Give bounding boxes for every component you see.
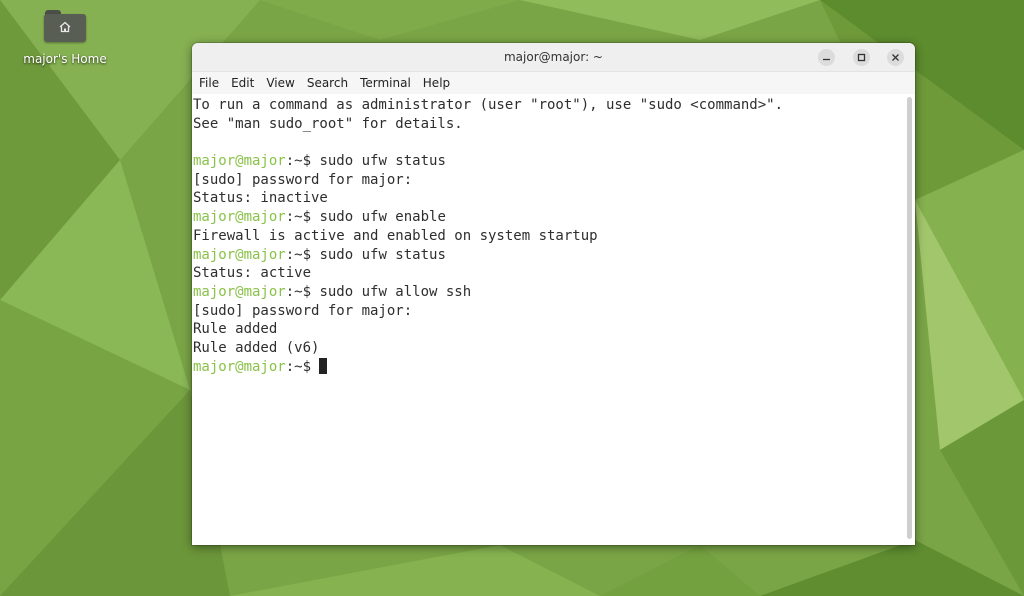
output-text: See "man sudo_root" for details. [193, 115, 463, 132]
output-text: Rule added [193, 321, 278, 338]
terminal-command-line: major@major:~$ sudo ufw allow ssh [193, 283, 904, 302]
terminal-output[interactable]: To run a command as administrator (user … [192, 95, 904, 545]
prompt-user: major@major [193, 209, 286, 226]
prompt-suffix: :~$ [285, 153, 320, 170]
command-text: sudo ufw allow ssh [319, 283, 472, 300]
maximize-button[interactable] [853, 49, 870, 66]
terminal-output-line: To run a command as administrator (user … [193, 96, 904, 115]
terminal-output-line: Firewall is active and enabled on system… [193, 227, 904, 246]
maximize-icon [857, 53, 866, 62]
prompt-user: major@major [193, 153, 286, 170]
menu-bar: File Edit View Search Terminal Help [192, 72, 915, 94]
window-titlebar[interactable]: major@major: ~ [192, 43, 915, 72]
output-text: Firewall is active and enabled on system… [193, 227, 598, 244]
window-title: major@major: ~ [503, 50, 603, 64]
close-button[interactable] [887, 49, 904, 66]
command-text: sudo ufw status [319, 153, 446, 170]
output-text: Rule added (v6) [193, 339, 320, 356]
terminal-output-line: Rule added (v6) [193, 339, 904, 358]
terminal-scrollbar[interactable] [907, 97, 912, 539]
prompt-suffix: :~$ [285, 246, 320, 263]
output-text: Status: inactive [193, 190, 328, 207]
text-cursor [319, 357, 328, 374]
menu-edit[interactable]: Edit [224, 72, 259, 90]
minimize-icon [823, 58, 830, 61]
folder-icon [44, 8, 86, 42]
command-text: sudo ufw status [319, 246, 446, 263]
prompt-user: major@major [193, 283, 286, 300]
terminal-output-line: [sudo] password for major: [193, 302, 904, 321]
terminal-output-line: Rule added [193, 320, 904, 339]
menu-terminal[interactable]: Terminal [353, 72, 416, 90]
terminal-output-line: Status: inactive [193, 189, 904, 208]
prompt-suffix: :~$ [285, 283, 320, 300]
output-text: [sudo] password for major: [193, 171, 413, 188]
close-icon [892, 54, 899, 61]
prompt-user: major@major [193, 246, 286, 263]
terminal-output-line: See "man sudo_root" for details. [193, 115, 904, 134]
output-text: Status: active [193, 265, 312, 282]
minimize-button[interactable] [818, 49, 835, 66]
terminal-command-line: major@major:~$ sudo ufw status [193, 246, 904, 265]
prompt-user: major@major [193, 358, 286, 375]
home-icon [59, 21, 71, 33]
home-folder-label: major's Home [23, 52, 107, 66]
menu-search[interactable]: Search [300, 72, 353, 90]
terminal-output-line: [sudo] password for major: [193, 171, 904, 190]
menu-help[interactable]: Help [416, 72, 455, 90]
output-text: [sudo] password for major: [193, 302, 413, 319]
output-text: To run a command as administrator (user … [193, 97, 784, 113]
terminal-window[interactable]: major@major: ~ File Edit View Search Termina… [192, 43, 915, 545]
menu-file[interactable]: File [192, 72, 224, 90]
prompt-suffix: :~$ [285, 209, 320, 226]
command-text: sudo ufw enable [319, 209, 446, 226]
prompt-suffix: :~$ [285, 358, 320, 375]
terminal-command-line: major@major:~$ sudo ufw enable [193, 208, 904, 227]
terminal-command-line: major@major:~$ sudo ufw status [193, 152, 904, 171]
terminal-command-line: major@major:~$ [193, 357, 904, 377]
terminal-output-line: Status: active [193, 264, 904, 283]
home-folder-desktop-icon[interactable]: major's Home [18, 8, 112, 66]
menu-view[interactable]: View [259, 72, 299, 90]
